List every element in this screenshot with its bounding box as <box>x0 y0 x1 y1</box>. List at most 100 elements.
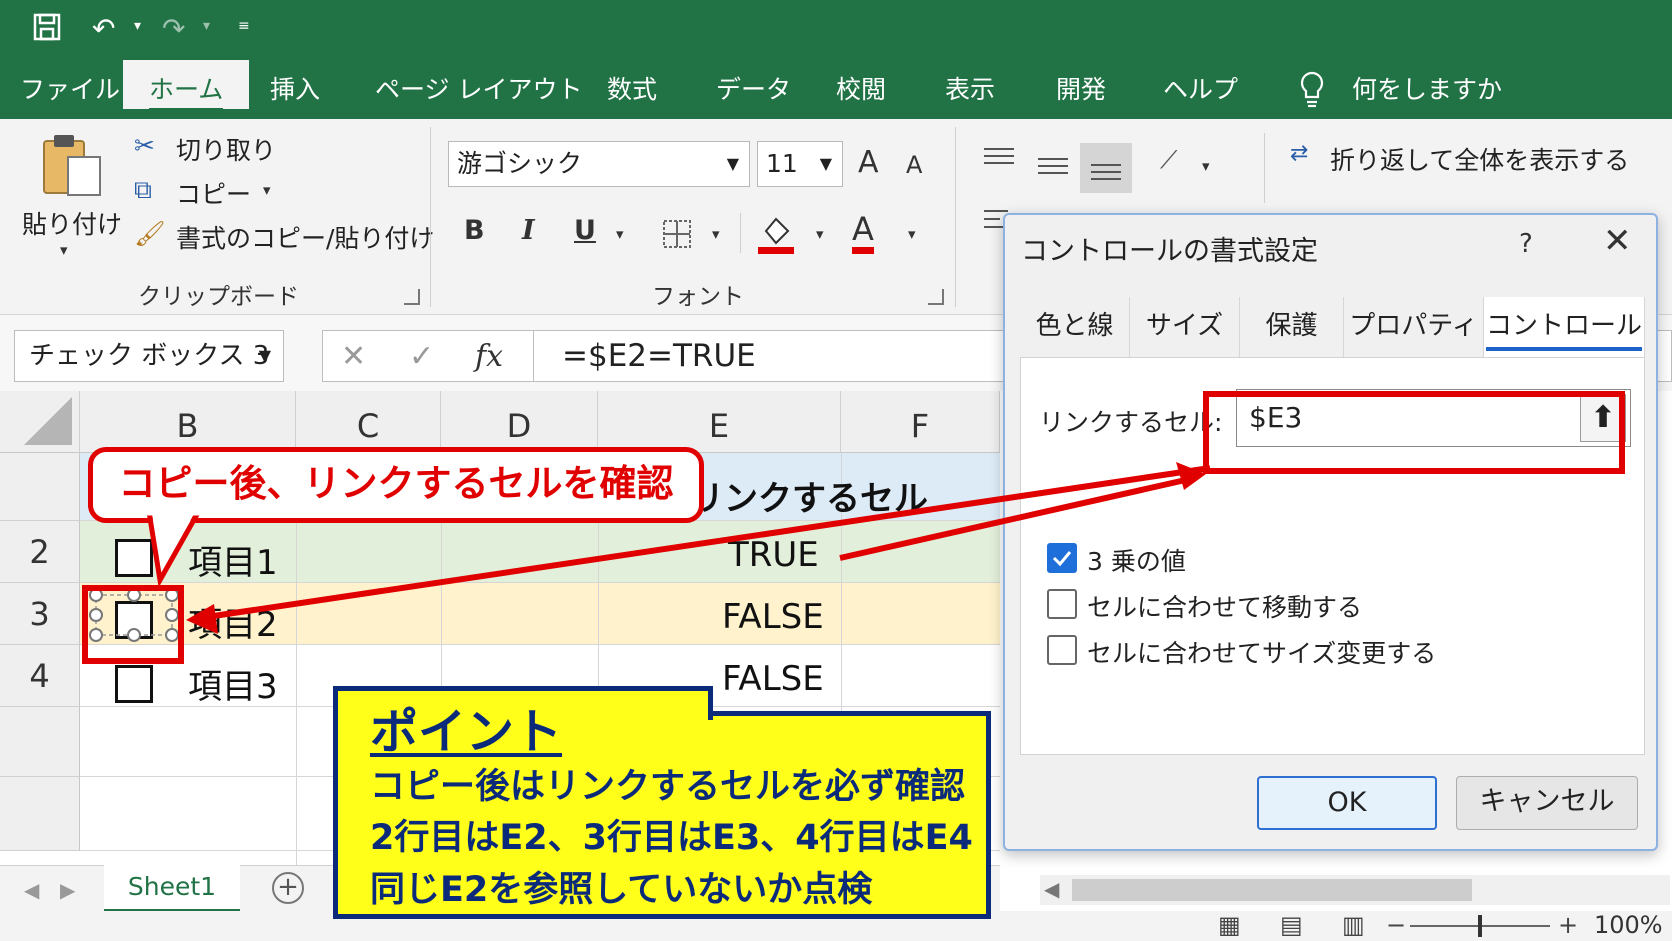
column-header-f[interactable]: F <box>841 391 1000 453</box>
tab-control[interactable]: コントロール <box>1484 297 1645 357</box>
ok-button[interactable]: OK <box>1257 776 1437 830</box>
zoom-slider[interactable] <box>1410 915 1550 937</box>
orientation-icon[interactable]: ⟋ <box>1160 145 1178 175</box>
row-header-4[interactable]: 4 <box>0 645 80 707</box>
borders-dropdown-icon[interactable]: ▾ <box>712 225 720 243</box>
borders-icon[interactable] <box>662 219 692 249</box>
tab-help[interactable]: ヘルプ <box>1163 70 1238 119</box>
cut-button[interactable]: 切り取り <box>176 131 276 167</box>
orientation-dropdown-icon[interactable]: ▾ <box>1202 157 1210 175</box>
italic-button[interactable]: I <box>522 215 535 246</box>
tab-view[interactable]: 表示 <box>945 70 995 119</box>
tab-home[interactable]: ホーム <box>123 60 250 111</box>
copy-button[interactable]: コピー <box>176 175 251 211</box>
tell-me-search[interactable]: 何をしますか <box>1352 70 1502 119</box>
font-color-dropdown-icon[interactable]: ▾ <box>908 225 916 243</box>
fill-color-icon[interactable] <box>756 213 796 255</box>
tab-size[interactable]: サイズ <box>1130 297 1240 357</box>
zoom-slider-thumb[interactable] <box>1478 915 1482 937</box>
zoom-in-button[interactable]: + <box>1558 911 1578 939</box>
column-header-b[interactable]: B <box>80 391 296 453</box>
zoom-out-button[interactable]: − <box>1386 911 1406 939</box>
font-launcher-icon[interactable] <box>928 289 944 305</box>
sheet-tab-sheet1[interactable]: Sheet1 <box>104 865 240 913</box>
clipboard-launcher-icon[interactable] <box>404 289 420 305</box>
grow-font-button[interactable]: A <box>858 145 879 180</box>
cell-e2[interactable]: TRUE <box>728 535 819 575</box>
checkbox-size-with-cells[interactable] <box>1047 635 1077 665</box>
row-header-5[interactable] <box>0 707 80 777</box>
align-middle-icon[interactable] <box>1038 157 1068 179</box>
add-sheet-icon[interactable]: + <box>272 872 304 904</box>
option-size-with-cells-label: セルに合わせてサイズ変更する <box>1087 639 1437 668</box>
scrollbar-thumb[interactable] <box>1072 879 1472 901</box>
row-header-2[interactable]: 2 <box>0 521 80 583</box>
customize-qat-icon[interactable]: ≡ <box>238 18 250 34</box>
cell-e4[interactable]: FALSE <box>722 659 824 699</box>
close-button[interactable]: ✕ <box>1603 221 1632 261</box>
name-box[interactable]: チェック ボックス 3 ▼ <box>14 330 284 382</box>
tab-page-layout[interactable]: ページ レイアウト <box>375 70 582 119</box>
fill-color-dropdown-icon[interactable]: ▾ <box>816 225 824 243</box>
checkbox-3d-shading[interactable] <box>1047 543 1077 573</box>
enter-icon[interactable]: ✓ <box>409 339 434 374</box>
font-name-select[interactable]: 游ゴシック ▼ <box>448 141 750 187</box>
save-icon[interactable] <box>32 12 62 50</box>
align-top-icon[interactable] <box>984 147 1014 169</box>
paste-dropdown-icon[interactable]: ▾ <box>60 241 68 259</box>
copy-dropdown-icon[interactable]: ▾ <box>263 181 271 199</box>
checkbox-move-with-cells[interactable] <box>1047 589 1077 619</box>
tab-home-label: ホーム <box>149 72 224 111</box>
tab-protection[interactable]: 保護 <box>1240 297 1344 357</box>
help-button[interactable]: ? <box>1519 229 1533 259</box>
scroll-right-icon[interactable]: ▶ <box>60 878 75 902</box>
tab-review[interactable]: 校閲 <box>836 70 886 119</box>
undo-dropdown-icon[interactable]: ▾ <box>134 18 141 34</box>
checkbox-item-1[interactable] <box>115 539 153 577</box>
tab-colors-lines[interactable]: 色と線 <box>1020 297 1130 357</box>
cell-b4-label[interactable]: 項目3 <box>188 659 278 708</box>
scroll-left-icon[interactable]: ◀ <box>24 878 39 902</box>
tab-data[interactable]: データ <box>716 70 791 119</box>
zoom-level[interactable]: 100% <box>1594 911 1663 939</box>
horizontal-scrollbar[interactable]: ◀ <box>1040 875 1670 905</box>
underline-button[interactable]: U <box>574 215 596 246</box>
cell-b3-label[interactable]: 項目2 <box>188 597 278 646</box>
column-header-e[interactable]: E <box>598 391 841 453</box>
redo-dropdown-icon[interactable]: ▾ <box>203 18 210 34</box>
shrink-font-button[interactable]: A <box>906 151 922 179</box>
underline-dropdown-icon[interactable]: ▾ <box>616 225 624 243</box>
cell-b2-label[interactable]: 項目1 <box>188 535 278 584</box>
cancel-icon[interactable]: ✕ <box>341 339 366 374</box>
tab-developer[interactable]: 開発 <box>1056 70 1106 119</box>
column-header-d[interactable]: D <box>441 391 598 453</box>
row-header-1[interactable] <box>0 453 80 521</box>
tab-file[interactable]: ファイル <box>20 70 120 119</box>
font-color-button[interactable]: A <box>852 211 874 254</box>
bold-button[interactable]: B <box>464 215 485 246</box>
undo-icon[interactable]: ↶ <box>92 12 115 46</box>
paste-button[interactable]: 貼り付け <box>22 205 122 241</box>
paste-icon[interactable] <box>40 133 106 199</box>
align-bottom-button[interactable] <box>1080 143 1132 193</box>
normal-view-icon[interactable]: ▦ <box>1218 911 1241 939</box>
wrap-text-button[interactable]: 折り返して全体を表示する <box>1330 141 1629 177</box>
page-break-view-icon[interactable]: ▥ <box>1342 911 1365 939</box>
tab-formulas[interactable]: 数式 <box>607 70 657 119</box>
cell-e1[interactable]: リンクするセル <box>690 471 928 520</box>
scroll-left-arrow-icon[interactable]: ◀ <box>1044 877 1059 901</box>
cancel-button[interactable]: キャンセル <box>1456 776 1638 830</box>
select-all-corner[interactable] <box>0 391 80 453</box>
checkbox-item-3[interactable] <box>115 665 153 703</box>
row-header-3[interactable]: 3 <box>0 583 80 645</box>
row-header-6[interactable] <box>0 777 80 851</box>
column-header-c[interactable]: C <box>296 391 441 453</box>
tab-properties[interactable]: プロパティ <box>1344 297 1484 357</box>
insert-function-icon[interactable]: fx <box>475 339 503 374</box>
cell-e3[interactable]: FALSE <box>722 597 824 637</box>
tab-insert[interactable]: 挿入 <box>270 70 320 119</box>
page-layout-view-icon[interactable]: ▤ <box>1280 911 1303 939</box>
font-size-select[interactable]: 11 ▼ <box>757 141 843 187</box>
format-painter-button[interactable]: 書式のコピー/貼り付け <box>176 219 434 255</box>
redo-icon[interactable]: ↷ <box>162 12 185 46</box>
